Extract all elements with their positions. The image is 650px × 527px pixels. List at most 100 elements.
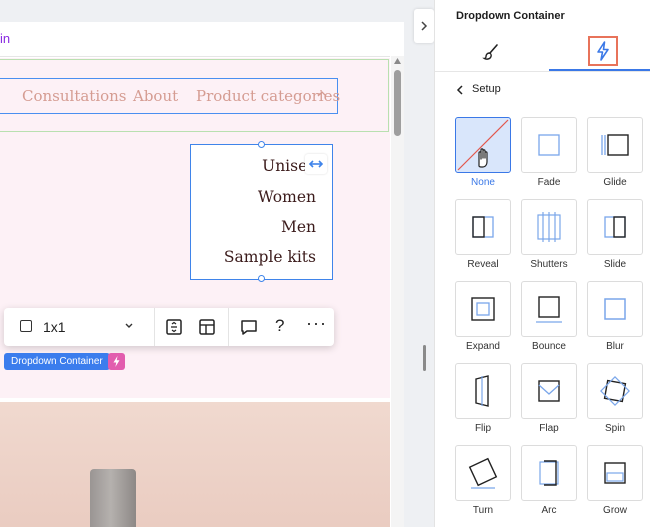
animation-option-flap[interactable]: Flap	[521, 363, 577, 441]
animation-preview	[455, 199, 511, 255]
none-icon	[457, 119, 509, 171]
back-label: Setup	[472, 83, 501, 95]
chevron-right-icon	[421, 21, 428, 31]
url-bar: in	[0, 22, 390, 57]
animation-label: Shutters	[530, 259, 568, 270]
horizontal-menu[interactable]: Consultations About Product categories	[0, 78, 340, 114]
animation-label: Slide	[603, 259, 627, 270]
chevron-down-icon[interactable]	[124, 322, 134, 330]
bounce-icon	[536, 296, 562, 323]
animation-label: Spin	[604, 423, 625, 434]
collapse-panel-button[interactable]	[414, 9, 434, 43]
paintbrush-icon	[482, 44, 498, 60]
hero-image-section	[0, 402, 390, 527]
more-actions-icon[interactable]: ···	[306, 313, 327, 334]
animation-option-glide[interactable]: Glide	[587, 117, 643, 195]
animation-preview	[521, 117, 577, 173]
layout-icon[interactable]	[196, 316, 218, 338]
animation-preview	[521, 445, 577, 501]
chevron-up-icon	[317, 91, 327, 97]
selection-tag[interactable]: Dropdown Container	[4, 353, 110, 370]
vertical-scrollbar[interactable]	[391, 56, 404, 527]
tab-highlight-box	[588, 36, 618, 66]
dropdown-item-sample-kits[interactable]: Sample kits	[224, 248, 316, 266]
panel-resize-handle[interactable]	[423, 345, 426, 371]
scrollbar-thumb[interactable]	[394, 70, 401, 136]
glide-icon	[601, 134, 629, 156]
animation-label: None	[471, 177, 495, 188]
animation-option-grow[interactable]: Grow	[587, 445, 643, 523]
active-tab-indicator	[549, 69, 650, 71]
animation-label: Blur	[606, 341, 624, 352]
animation-option-spin[interactable]: Spin	[587, 363, 643, 441]
toolbar-divider	[228, 308, 229, 346]
animation-preview	[455, 445, 511, 501]
resize-handle-bottom[interactable]	[258, 275, 265, 282]
animation-preview	[587, 199, 643, 255]
resize-handle-top[interactable]	[258, 141, 265, 148]
animation-badge[interactable]	[108, 353, 125, 370]
inspector-panel: Dropdown Container Setup None Fade Glide…	[434, 0, 650, 527]
animation-label: Grow	[603, 505, 627, 516]
help-icon[interactable]: ?	[275, 316, 284, 336]
animation-option-slide[interactable]: Slide	[587, 199, 643, 277]
animation-option-flip[interactable]: Flip	[455, 363, 511, 441]
menu-item-about[interactable]: About	[133, 87, 178, 105]
turn-icon	[468, 457, 498, 489]
tab-animation[interactable]	[549, 32, 650, 70]
animation-label: Flap	[539, 423, 559, 434]
scroll-up-arrow-icon[interactable]	[394, 58, 401, 64]
reveal-icon	[472, 216, 494, 238]
animation-option-blur[interactable]: Blur	[587, 281, 643, 359]
animation-label: Bounce	[532, 341, 566, 352]
animation-label: Fade	[537, 177, 561, 188]
animation-preview	[587, 281, 643, 337]
animation-preview	[587, 117, 643, 173]
animation-preview	[521, 199, 577, 255]
animation-preview	[455, 117, 511, 173]
animation-option-fade[interactable]: Fade	[521, 117, 577, 195]
flap-icon	[538, 380, 560, 402]
url-text: in	[0, 31, 11, 46]
animation-label: Flip	[474, 423, 492, 434]
comment-icon[interactable]	[238, 316, 260, 338]
menu-item-consultations[interactable]: Consultations	[22, 87, 127, 105]
fade-icon	[538, 134, 560, 156]
animation-option-shutters[interactable]: Shutters	[521, 199, 577, 277]
animation-option-arc[interactable]: Arc	[521, 445, 577, 523]
tabs-divider	[435, 71, 650, 72]
animation-option-expand[interactable]: Expand	[455, 281, 511, 359]
stretch-button[interactable]	[305, 154, 327, 174]
horizontal-arrows-icon	[308, 160, 324, 168]
expand-icon	[471, 297, 495, 321]
dropdown-item-men[interactable]: Men	[281, 218, 316, 236]
spin-icon	[600, 376, 630, 406]
grow-icon	[604, 462, 626, 484]
ratio-checkbox[interactable]	[20, 320, 32, 332]
panel-title: Dropdown Container	[456, 10, 565, 22]
tab-design[interactable]	[435, 32, 549, 70]
chevron-left-icon	[456, 85, 463, 95]
dropdown-item-women[interactable]: Women	[258, 188, 316, 206]
ratio-dropdown-value[interactable]: 1x1	[43, 319, 66, 335]
floating-toolbar: 1x1 ? ···	[4, 308, 334, 346]
animation-option-bounce[interactable]: Bounce	[521, 281, 577, 359]
fit-to-content-icon[interactable]	[163, 316, 185, 338]
dropdown-container[interactable]: Unisex Women Men Sample kits	[190, 141, 333, 282]
lightning-icon	[597, 41, 609, 61]
animation-preview	[521, 281, 577, 337]
slide-icon	[604, 216, 626, 238]
arc-icon	[539, 460, 559, 486]
animation-label: Turn	[472, 505, 494, 516]
shutters-icon	[537, 212, 561, 242]
lightning-icon	[113, 356, 120, 367]
blur-icon	[604, 298, 626, 320]
animation-option-reveal[interactable]: Reveal	[455, 199, 511, 277]
page-section: Consultations About Product categories U…	[0, 58, 390, 398]
animation-option-none[interactable]: None	[455, 117, 511, 195]
animation-option-turn[interactable]: Turn	[455, 445, 511, 523]
animation-preview	[587, 445, 643, 501]
site-preview: in Consultations About Product categorie…	[0, 22, 404, 527]
editor-canvas: in Consultations About Product categorie…	[0, 0, 434, 527]
animation-preview	[587, 363, 643, 419]
